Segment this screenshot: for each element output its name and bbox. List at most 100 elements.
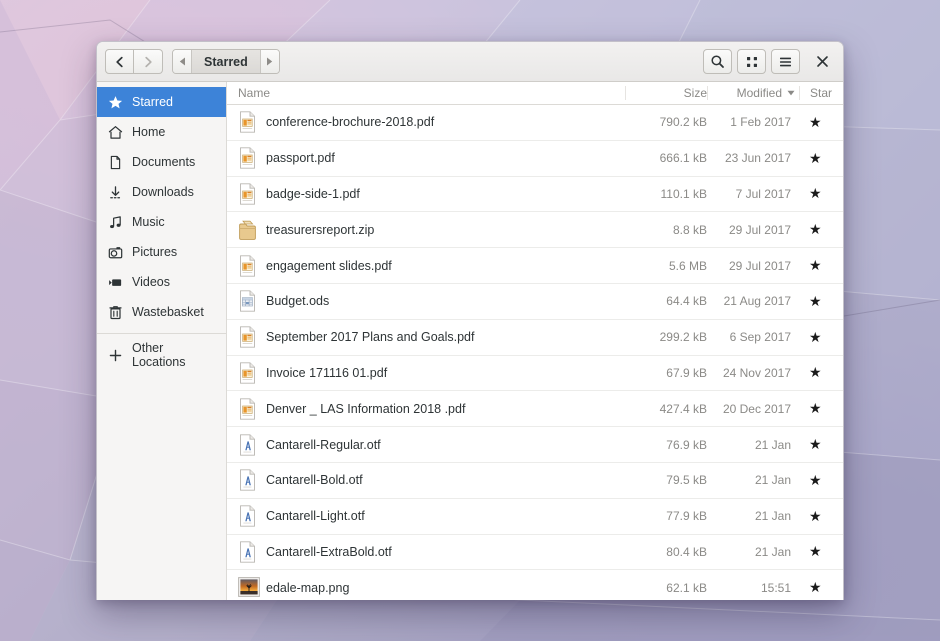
back-arrow-icon [115, 56, 123, 67]
header-bar: Starred [97, 42, 843, 82]
file-size-cell: 79.5 kB [666, 473, 707, 488]
column-header-name[interactable]: Name [227, 86, 625, 100]
star-toggle[interactable]: ★ [799, 508, 843, 525]
menu-button[interactable] [771, 49, 800, 74]
forward-arrow-icon [145, 56, 152, 67]
table-row[interactable]: Cantarell-Regular.otf 76.9 kB 21 Jan ★ [227, 427, 843, 463]
sidebar-item-home[interactable]: Home [97, 117, 226, 147]
star-toggle[interactable]: ★ [799, 472, 843, 489]
back-button[interactable] [105, 49, 134, 74]
file-name-cell: badge-side-1.pdf [227, 183, 625, 205]
star-toggle[interactable]: ★ [799, 579, 843, 596]
file-name-cell: Invoice 171116 01.pdf [227, 362, 625, 384]
sidebar-item-downloads[interactable]: Downloads [97, 177, 226, 207]
file-modified-cell: 21 Jan [754, 544, 791, 559]
file-name-label: Cantarell-ExtraBold.otf [266, 544, 392, 559]
file-modified-cell: 21 Jan [754, 473, 791, 488]
file-size-cell: 666.1 kB [659, 151, 707, 166]
file-name-cell: Budget.ods [227, 290, 625, 313]
star-toggle[interactable]: ★ [799, 293, 843, 310]
star-toggle[interactable]: ★ [799, 436, 843, 453]
sidebar-item-music[interactable]: Music [97, 207, 226, 237]
column-header-size[interactable]: Size [625, 86, 707, 100]
star-toggle[interactable]: ★ [799, 329, 843, 346]
file-rows: conference-brochure-2018.pdf 790.2 kB 1 … [227, 105, 843, 600]
table-row[interactable]: passport.pdf 666.1 kB 23 Jun 2017 ★ [227, 141, 843, 177]
close-button[interactable] [809, 49, 835, 75]
sidebar-item-label: Wastebasket [132, 305, 204, 319]
star-toggle[interactable]: ★ [799, 114, 843, 131]
sidebar-item-label: Starred [132, 95, 173, 109]
table-row[interactable]: Cantarell-Light.otf 77.9 kB 21 Jan ★ [227, 499, 843, 535]
close-icon [816, 56, 828, 67]
breadcrumb-prev-button[interactable] [173, 50, 191, 73]
navigation-buttons [105, 49, 163, 74]
table-row[interactable]: Denver _ LAS Information 2018 .pdf 427.4… [227, 391, 843, 428]
table-row[interactable]: September 2017 Plans and Goals.pdf 299.2… [227, 320, 843, 356]
table-row[interactable]: edale-map.png 62.1 kB 15:51 ★ [227, 570, 843, 600]
column-header-modified-label: Modified [736, 86, 782, 100]
file-size-cell: 67.9 kB [666, 365, 707, 380]
file-name-cell: conference-brochure-2018.pdf [227, 111, 625, 134]
star-toggle[interactable]: ★ [799, 221, 843, 238]
grid-view-icon [746, 56, 757, 67]
table-row[interactable]: Invoice 171116 01.pdf 67.9 kB 24 Nov 201… [227, 356, 843, 392]
table-row[interactable]: Cantarell-ExtraBold.otf 80.4 kB 21 Jan ★ [227, 535, 843, 571]
sidebar-item-documents[interactable]: Documents [97, 147, 226, 177]
sidebar-item-pictures[interactable]: Pictures [97, 237, 226, 267]
star-toggle[interactable]: ★ [799, 400, 843, 417]
file-name-label: conference-brochure-2018.pdf [266, 115, 435, 130]
file-name-label: edale-map.png [266, 580, 350, 595]
star-toggle[interactable]: ★ [799, 257, 843, 274]
file-name-cell: Denver _ LAS Information 2018 .pdf [227, 398, 625, 420]
font-file-icon [238, 469, 257, 492]
file-modified-cell: 24 Nov 2017 [722, 365, 791, 380]
table-row[interactable]: Budget.ods 64.4 kB 21 Aug 2017 ★ [227, 284, 843, 320]
forward-button[interactable] [134, 49, 163, 74]
pdf-file-icon [238, 183, 257, 205]
spreadsheet-file-icon [238, 290, 257, 313]
table-row[interactable]: treasurersreport.zip 8.8 kB 29 Jul 2017 … [227, 212, 843, 249]
file-modified-cell: 20 Dec 2017 [722, 401, 791, 416]
sidebar-item-other-locations[interactable]: Other Locations [97, 340, 226, 370]
star-toggle[interactable]: ★ [799, 185, 843, 202]
file-name-label: Denver _ LAS Information 2018 .pdf [266, 401, 466, 416]
column-headers: Name Size Modified Star [227, 82, 843, 105]
grid-view-button[interactable] [737, 49, 766, 74]
breadcrumb-next-button[interactable] [260, 50, 279, 73]
star-toggle[interactable]: ★ [799, 364, 843, 381]
hamburger-menu-icon [780, 57, 791, 66]
file-modified-cell: 1 Feb 2017 [730, 115, 791, 130]
table-row[interactable]: conference-brochure-2018.pdf 790.2 kB 1 … [227, 105, 843, 141]
breadcrumb-item-starred[interactable]: Starred [191, 50, 261, 73]
star-toggle[interactable]: ★ [799, 543, 843, 560]
file-size-cell: 790.2 kB [659, 115, 707, 130]
column-header-star[interactable]: Star [799, 86, 843, 100]
sidebar-item-starred[interactable]: Starred [97, 87, 226, 117]
file-name-label: Cantarell-Regular.otf [266, 437, 381, 452]
trash-icon [107, 304, 123, 320]
table-row[interactable]: badge-side-1.pdf 110.1 kB 7 Jul 2017 ★ [227, 177, 843, 213]
sidebar-item-videos[interactable]: Videos [97, 267, 226, 297]
search-icon [711, 55, 724, 68]
plus-icon [107, 347, 123, 363]
header-actions [703, 49, 835, 75]
file-name-label: badge-side-1.pdf [266, 186, 360, 201]
home-icon [107, 124, 123, 140]
file-name-label: treasurersreport.zip [266, 222, 375, 237]
window-body: Starred Home Documents Downloads Music P… [97, 82, 843, 600]
search-button[interactable] [703, 49, 732, 74]
table-row[interactable]: engagement slides.pdf 5.6 MB 29 Jul 2017… [227, 248, 843, 284]
column-header-modified[interactable]: Modified [707, 86, 799, 100]
file-name-label: engagement slides.pdf [266, 258, 392, 273]
file-modified-cell: 29 Jul 2017 [728, 258, 791, 273]
sidebar-item-label: Other Locations [132, 341, 186, 369]
sidebar-item-wastebasket[interactable]: Wastebasket [97, 297, 226, 327]
sidebar-separator [97, 333, 226, 334]
file-modified-cell: 15:51 [760, 580, 791, 595]
star-toggle[interactable]: ★ [799, 150, 843, 167]
file-name-cell: Cantarell-Light.otf [227, 505, 625, 527]
table-row[interactable]: Cantarell-Bold.otf 79.5 kB 21 Jan ★ [227, 463, 843, 499]
desktop: Starred Starred Home Documents Downloads… [0, 0, 940, 641]
file-size-cell: 8.8 kB [672, 222, 707, 237]
